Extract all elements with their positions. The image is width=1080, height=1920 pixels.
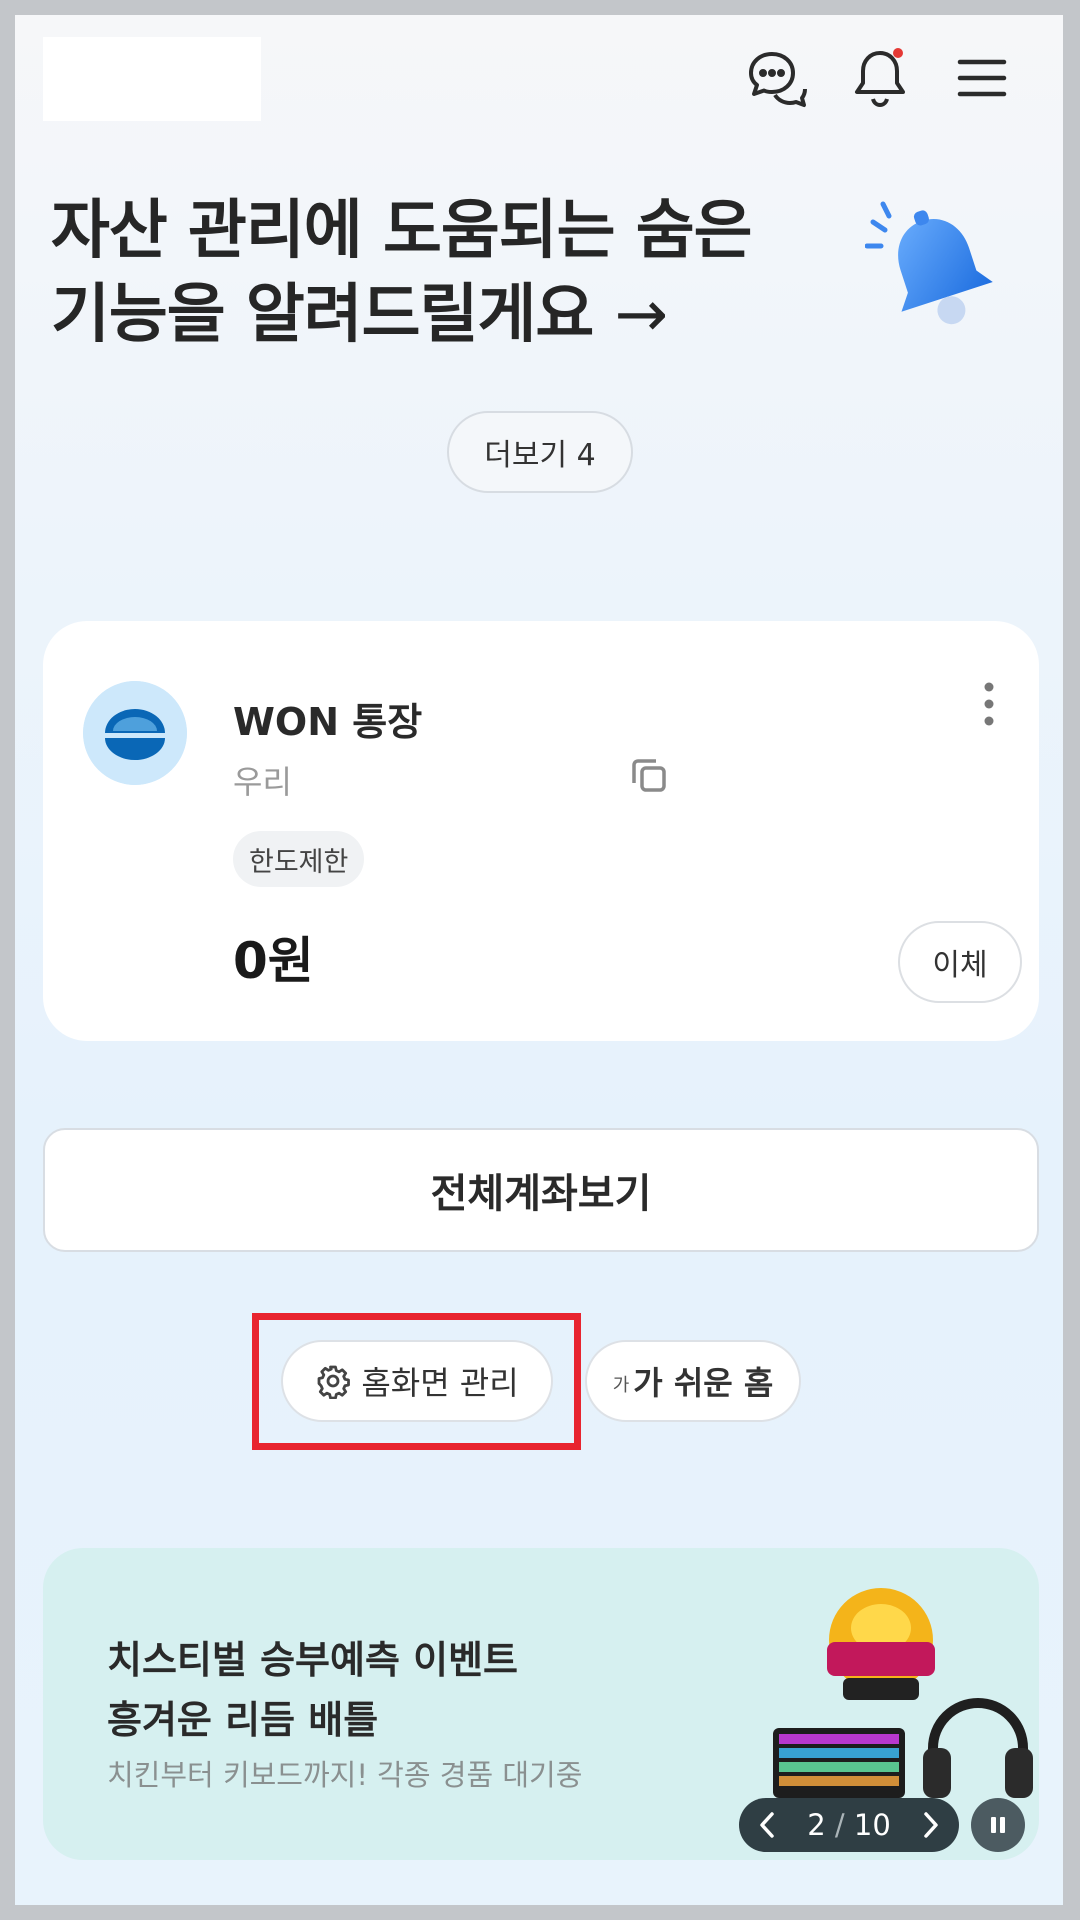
banner-illustration — [743, 1578, 1039, 1808]
app-logo-placeholder — [43, 37, 261, 121]
notification-bell-icon[interactable] — [845, 43, 915, 113]
manage-home-label: 홈화면 관리 — [361, 1364, 519, 1402]
bank-name: 우리 — [233, 763, 292, 801]
pause-icon[interactable] — [971, 1798, 1025, 1852]
account-card[interactable]: WON 통장 우리 한도제한 0원 이체 — [43, 621, 1039, 1041]
hero-title-line1: 자산 관리에 도움되는 숨은 — [51, 194, 753, 268]
chevron-left-icon[interactable] — [757, 1810, 777, 1840]
event-banner[interactable]: 치스티벌 승부예측 이벤트 흥겨운 리듬 배틀 치킨부터 키보드까지! 각종 경… — [43, 1548, 1039, 1860]
notification-dot — [893, 48, 903, 58]
chat-icon[interactable] — [741, 43, 811, 113]
pager-current: 2 — [807, 1808, 826, 1842]
app-screen: 자산 관리에 도움되는 숨은 기능을 알려드릴게요 → 더보기 4 WON 통장… — [15, 15, 1063, 1905]
hero-title[interactable]: 자산 관리에 도움되는 숨은 기능을 알려드릴게요 → — [51, 189, 753, 357]
account-balance: 0원 — [233, 932, 314, 990]
hero-title-line2-wrap: 기능을 알려드릴게요 → — [51, 273, 752, 357]
gear-icon — [315, 1363, 351, 1399]
view-all-accounts-button[interactable]: 전체계좌보기 — [43, 1128, 1039, 1252]
menu-icon[interactable] — [947, 43, 1017, 113]
more-button[interactable]: 더보기 4 — [447, 411, 633, 493]
small-text-icon: 가 — [612, 1375, 630, 1396]
chevron-right-icon[interactable] — [921, 1810, 941, 1840]
woori-bank-logo — [83, 681, 187, 785]
copy-icon[interactable] — [629, 755, 669, 795]
arrow-right-icon: → — [614, 278, 668, 352]
banner-title: 치스티벌 승부예측 이벤트 흥겨운 리듬 배틀 — [107, 1630, 518, 1750]
pager-separator: / — [834, 1808, 845, 1842]
banner-subtitle: 치킨부터 키보드까지! 각종 경품 대기중 — [107, 1758, 583, 1792]
bell-illustration — [864, 200, 1015, 350]
manage-home-button[interactable]: 홈화면 관리 — [281, 1340, 553, 1422]
banner-title-line2: 흥겨운 리듬 배틀 — [107, 1698, 379, 1742]
account-name: WON 통장 — [233, 700, 423, 744]
banner-pager: 2 / 10 — [739, 1798, 959, 1852]
pager-total: 10 — [853, 1808, 891, 1842]
hero-title-line2: 기능을 알려드릴게요 — [51, 278, 594, 352]
easy-home-button[interactable]: 가 가 쉬운 홈 — [585, 1340, 801, 1422]
easy-home-label: 가 쉬운 홈 — [633, 1364, 774, 1402]
more-options-icon[interactable] — [979, 679, 999, 729]
transfer-button[interactable]: 이체 — [898, 921, 1022, 1003]
limit-badge: 한도제한 — [233, 831, 365, 887]
banner-title-line1: 치스티벌 승부예측 이벤트 — [107, 1638, 519, 1682]
pager-text: 2 / 10 — [807, 1808, 891, 1842]
